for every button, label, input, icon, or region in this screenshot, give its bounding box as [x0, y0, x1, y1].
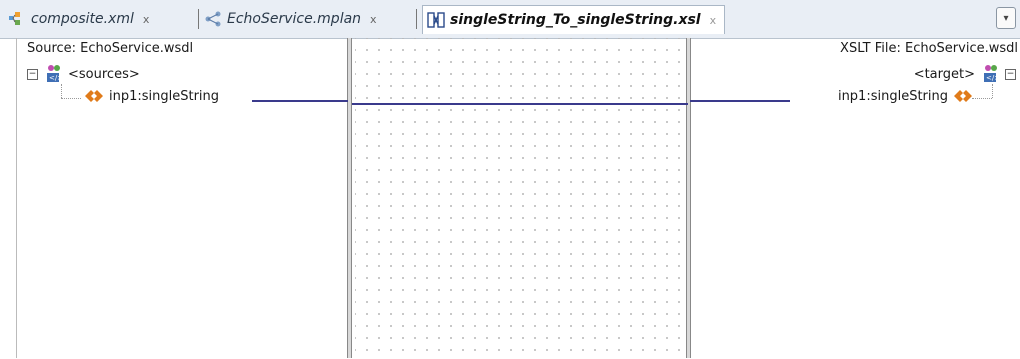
tree-connector [61, 84, 62, 98]
element-icon [85, 90, 103, 102]
tab-composite-xml[interactable]: composite.xml x [8, 6, 149, 32]
tab-list-dropdown-button[interactable]: ▾ [996, 7, 1016, 29]
close-icon[interactable]: x [370, 13, 377, 26]
svg-text:</>: </> [986, 74, 1000, 82]
tab-echoservice-mplan[interactable]: EchoService.mplan x [204, 6, 377, 32]
xsl-map-icon [427, 12, 445, 28]
mplan-icon [205, 11, 221, 27]
svg-text:</>: </> [49, 74, 63, 82]
tab-label: singleString_To_singleString.xsl [450, 12, 701, 28]
tab-separator [198, 9, 199, 29]
composite-icon [9, 12, 20, 25]
sources-root-node[interactable]: − </> <sources> [27, 64, 140, 84]
mapping-link-target-segment [690, 100, 790, 102]
mapping-link[interactable] [352, 103, 688, 105]
source-element-node[interactable]: inp1:singleString [83, 88, 219, 104]
tab-separator [416, 9, 417, 29]
tab-single-string-xsl[interactable]: singleString_To_singleString.xsl x [422, 5, 726, 34]
collapse-icon[interactable]: − [27, 68, 38, 80]
tab-label: EchoService.mplan [227, 11, 362, 27]
source-element-label: inp1:singleString [109, 88, 220, 104]
tree-connector [61, 98, 81, 99]
collapse-icon[interactable]: − [1005, 68, 1016, 80]
source-pane-title: Source: EchoService.wsdl [27, 41, 194, 56]
target-root-node[interactable]: <target> </> − [914, 64, 1016, 84]
element-icon [954, 90, 972, 102]
target-root-label: <target> [913, 66, 975, 82]
mapping-grid[interactable] [355, 38, 685, 358]
sources-root-label: <sources> [68, 66, 140, 82]
target-element-node[interactable]: inp1:singleString [838, 88, 974, 104]
pane-splitter-right[interactable] [686, 38, 691, 358]
tree-connector [972, 98, 992, 99]
target-tree-pane: XSLT File: EchoService.wsdl <target> </>… [694, 38, 1020, 358]
editor-tab-bar: composite.xml x EchoService.mplan x sing… [0, 0, 1020, 38]
mapping-link-source-segment [252, 100, 348, 102]
close-icon[interactable]: x [710, 14, 717, 27]
schema-root-icon: </> [47, 65, 63, 82]
chevron-down-icon: ▾ [1003, 12, 1009, 24]
target-element-label: inp1:singleString [837, 88, 948, 104]
close-icon[interactable]: x [143, 13, 150, 26]
tab-label: composite.xml [31, 11, 134, 27]
target-pane-title: XSLT File: EchoService.wsdl [840, 41, 1018, 56]
schema-root-icon: </> [984, 65, 1000, 82]
tree-connector [992, 84, 993, 98]
pane-splitter-left[interactable] [347, 38, 352, 358]
source-tree-pane: Source: EchoService.wsdl − </> <sources>… [16, 38, 347, 358]
